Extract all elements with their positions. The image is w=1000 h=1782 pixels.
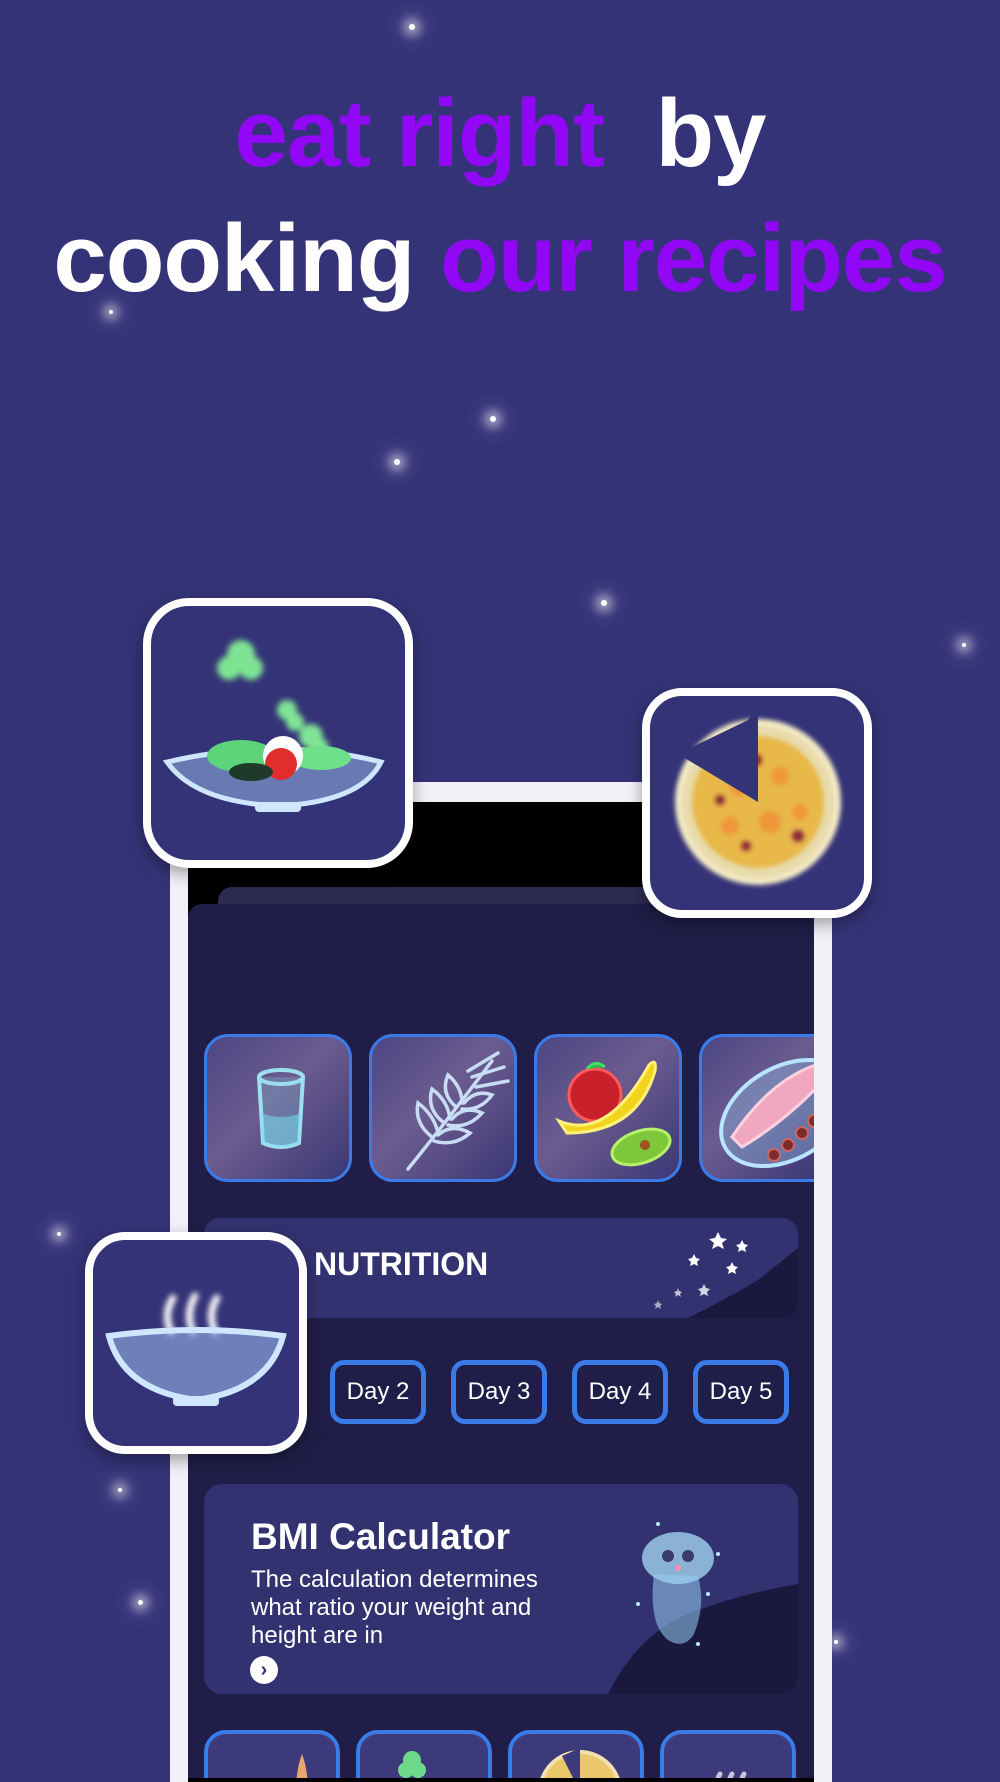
day-2-button[interactable]: Day 2	[330, 1360, 426, 1424]
day-3-button[interactable]: Day 3	[451, 1360, 547, 1424]
star-decoration	[138, 1600, 143, 1605]
star-decoration	[394, 459, 400, 465]
day-5-button[interactable]: Day 5	[693, 1360, 789, 1424]
soup-card	[85, 1232, 307, 1454]
recipe-tile[interactable]	[356, 1730, 492, 1778]
category-tile-fruits[interactable]	[534, 1034, 682, 1182]
steam-icon	[715, 1771, 747, 1778]
star-decoration	[409, 24, 415, 30]
recipe-tile[interactable]	[660, 1730, 796, 1778]
recipe-tile[interactable]	[204, 1730, 340, 1778]
category-tile-grains[interactable]	[369, 1034, 517, 1182]
category-tile-water[interactable]	[204, 1034, 352, 1182]
headline-accent: eat right	[234, 80, 605, 187]
star-decoration	[601, 600, 607, 606]
water-glass-icon	[257, 1068, 305, 1149]
broccoli-icon	[398, 1751, 426, 1778]
star-decoration	[962, 643, 966, 647]
soup-bowl-icon	[105, 1292, 287, 1406]
bread-icon	[296, 1754, 308, 1778]
fish-icon	[719, 1057, 814, 1169]
nutrition-title: NUTRITION	[314, 1246, 489, 1282]
bmi-title: BMI Calculator	[251, 1516, 511, 1557]
headline-accent: our recipes	[440, 205, 948, 312]
bmi-open-button[interactable]: ›	[250, 1656, 278, 1684]
pizza-icon	[540, 1748, 620, 1778]
headline-line-1: eat right by	[0, 78, 1000, 190]
recipe-tile[interactable]	[508, 1730, 644, 1778]
bmi-calculator-card[interactable]: BMI Calculator The calculation determine…	[204, 1484, 798, 1694]
headline-text: cooking	[53, 205, 415, 312]
headline-text: by	[655, 80, 767, 187]
salad-card	[143, 598, 413, 868]
ghost-mascot-icon	[608, 1522, 798, 1694]
wheat-icon	[406, 1051, 510, 1171]
day-4-button[interactable]: Day 4	[572, 1360, 668, 1424]
pizza-card	[642, 688, 872, 918]
fruits-icon	[555, 1060, 672, 1167]
star-decoration	[57, 1232, 61, 1236]
pizza-icon	[675, 706, 841, 885]
star-decoration	[490, 416, 496, 422]
bmi-description: The calculation determines what ratio yo…	[251, 1566, 538, 1649]
category-tile-fish[interactable]	[699, 1034, 814, 1182]
night-hill-decoration	[654, 1232, 798, 1318]
star-decoration	[118, 1488, 122, 1492]
headline-line-2: cooking our recipes	[0, 203, 1000, 315]
salad-bowl-icon	[162, 640, 385, 812]
star-decoration	[834, 1640, 838, 1644]
